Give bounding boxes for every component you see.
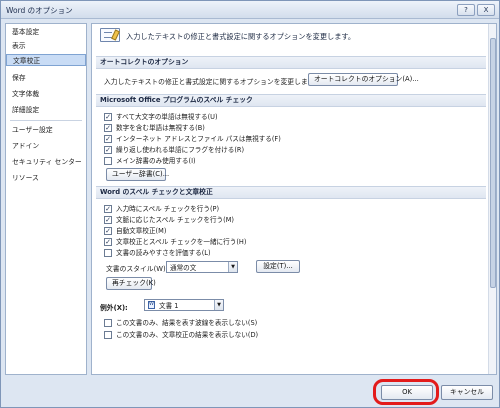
proofing-icon [100,28,120,42]
category-sidebar: 基本設定 表示 文章校正 保存 文字体裁 詳細設定 ユーザー設定 アドイン セキ… [5,23,87,375]
help-button[interactable]: ? [457,4,475,16]
chevron-down-icon[interactable]: ▼ [214,300,223,310]
checkbox-icon[interactable] [104,157,112,165]
autocorrect-options-button[interactable]: オートコレクトのオプション(A)... [308,73,419,86]
checkbox-icon[interactable]: ✓ [104,146,112,154]
autocorrect-section-title: オートコレクトのオプション [96,56,486,69]
scroll-thumb[interactable] [490,38,496,288]
ok-button[interactable]: OK [381,385,433,400]
exceptions-document-select[interactable]: 文書 1 ▼ [144,299,224,311]
vertical-scrollbar[interactable] [488,24,496,374]
cancel-button[interactable]: キャンセル [441,385,493,400]
checkbox-icon[interactable]: ✓ [104,238,112,246]
checkbox-icon[interactable] [104,249,112,257]
sidebar-item-proofing[interactable]: 文章校正 [6,54,86,66]
sidebar-item-basic[interactable]: 基本設定 [6,26,86,38]
word-spell-section-title: Word のスペル チェックと文章校正 [96,186,486,199]
user-dictionary-button[interactable]: ユーザー辞書(C)... [106,168,169,181]
checkbox-icon[interactable]: ✓ [104,216,112,224]
sidebar-item-advanced[interactable]: 詳細設定 [6,104,86,116]
options-dialog: Word のオプション ? X 基本設定 表示 文章校正 保存 文字体裁 詳細設… [0,0,500,408]
close-button[interactable]: X [477,4,495,16]
grammar-settings-button[interactable]: 設定(T)... [256,260,300,273]
writing-style-select[interactable]: 通常の文 ▼ [166,261,238,273]
dialog-footer: OK キャンセル [1,379,499,407]
sidebar-divider [10,120,82,121]
checkbox-icon[interactable]: ✓ [104,135,112,143]
checkbox-icon[interactable] [104,319,112,327]
title-bar[interactable]: Word のオプション ? X [1,1,499,19]
exceptions-label: 例外(X): [100,304,128,312]
sidebar-item-resources[interactable]: リソース [6,172,86,184]
checkbox-icon[interactable] [104,331,112,339]
checkbox-icon[interactable]: ✓ [104,227,112,235]
recheck-document-button[interactable]: 再チェック(K) [106,277,156,290]
checkbox-icon[interactable]: ✓ [104,124,112,132]
writing-style-label: 文書のスタイル(W): [106,265,168,273]
checkbox-icon[interactable]: ✓ [104,205,112,213]
window-title: Word のオプション [6,6,73,15]
sidebar-item-customize[interactable]: ユーザー設定 [6,124,86,136]
sidebar-item-save[interactable]: 保存 [6,72,86,84]
panel-description: 入力したテキストの修正と書式設定に関するオプションを変更します。 [126,32,356,41]
sidebar-item-addins[interactable]: アドイン [6,140,86,152]
office-spell-section-title: Microsoft Office プログラムのスペル チェック [96,94,486,107]
sidebar-item-trust-center[interactable]: セキュリティ センター [6,156,86,168]
word-document-icon [148,301,155,309]
sidebar-item-display[interactable]: 表示 [6,40,86,52]
chevron-down-icon[interactable]: ▼ [228,262,237,272]
sidebar-item-typography[interactable]: 文字体裁 [6,88,86,100]
options-panel: 入力したテキストの修正と書式設定に関するオプションを変更します。 オートコレクト… [91,23,497,375]
checkbox-icon[interactable]: ✓ [104,113,112,121]
autocorrect-description: 入力したテキストの修正と書式設定に関するオプションを変更します: [104,78,317,86]
